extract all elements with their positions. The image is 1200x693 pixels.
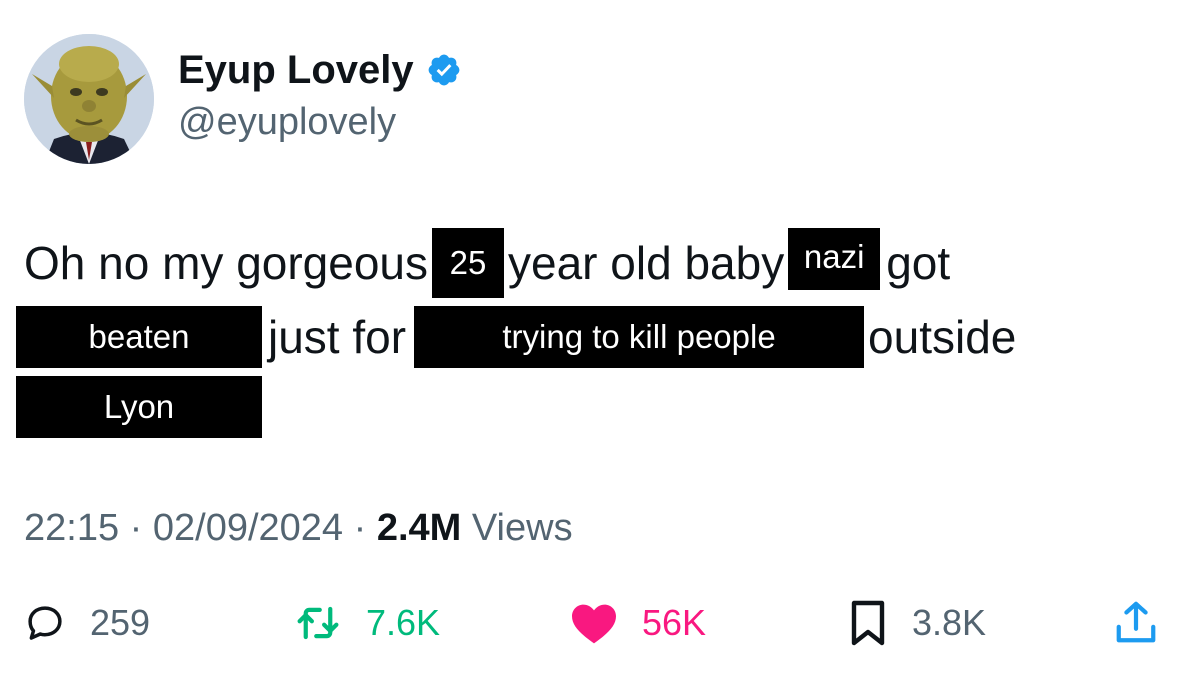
reply-count: 259 [90, 602, 151, 643]
heart-icon [572, 604, 616, 644]
like-button[interactable]: 56K [570, 595, 706, 651]
bookmark-count: 3.8K [912, 602, 987, 643]
author-names: Eyup Lovely @eyuplovely [178, 46, 462, 146]
tweet-text-segment: outside [868, 310, 1017, 363]
redaction-box: nazi [788, 228, 881, 290]
tweet-text-segment: Oh no my gorgeous [24, 237, 429, 289]
verified-badge-icon[interactable] [426, 52, 462, 88]
views-count: 2.4M [376, 507, 462, 549]
meta-separator: · [353, 507, 367, 549]
like-count: 56K [642, 602, 707, 643]
repost-icon [297, 606, 339, 640]
tweet-meta: 22:15 · 02/09/2024 · 2.4M Views [24, 503, 573, 553]
tweet-text-segment: just for [268, 310, 407, 363]
author-display-name[interactable]: Eyup Lovely [178, 46, 414, 94]
bookmark-button[interactable]: 3.8K [848, 595, 986, 651]
repost-count: 7.6K [366, 602, 441, 643]
views-label: Views [471, 507, 573, 549]
redaction-box: 25 [432, 227, 505, 298]
redaction-box: trying to kill people [414, 305, 865, 368]
share-icon [1116, 601, 1156, 643]
share-button[interactable] [1114, 595, 1158, 651]
reply-button[interactable]: 259 [24, 595, 150, 651]
meta-separator: · [129, 507, 143, 549]
reply-icon [28, 606, 62, 640]
tweet-header: Eyup Lovely @eyuplovely [24, 34, 462, 164]
redaction-box: Lyon [16, 375, 262, 438]
author-avatar[interactable] [24, 34, 154, 164]
redaction-box: beaten [16, 305, 262, 368]
avatar-portrait-icon [24, 34, 154, 164]
tweet-body: Oh no my gorgeous 25 year old baby nazi got b… [16, 227, 1174, 442]
tweet-date[interactable]: 02/09/2024 [153, 507, 343, 549]
name-row: Eyup Lovely [178, 46, 462, 94]
tweet-actions: 259 7.6K 56K 3.8K [24, 595, 1174, 651]
bookmark-icon [851, 600, 885, 646]
tweet-text-segment: got [886, 237, 951, 289]
author-handle[interactable]: @eyuplovely [178, 98, 462, 146]
repost-button[interactable]: 7.6K [294, 595, 440, 651]
tweet-time[interactable]: 22:15 [24, 507, 119, 549]
tweet-text-segment: year old baby [508, 237, 785, 289]
